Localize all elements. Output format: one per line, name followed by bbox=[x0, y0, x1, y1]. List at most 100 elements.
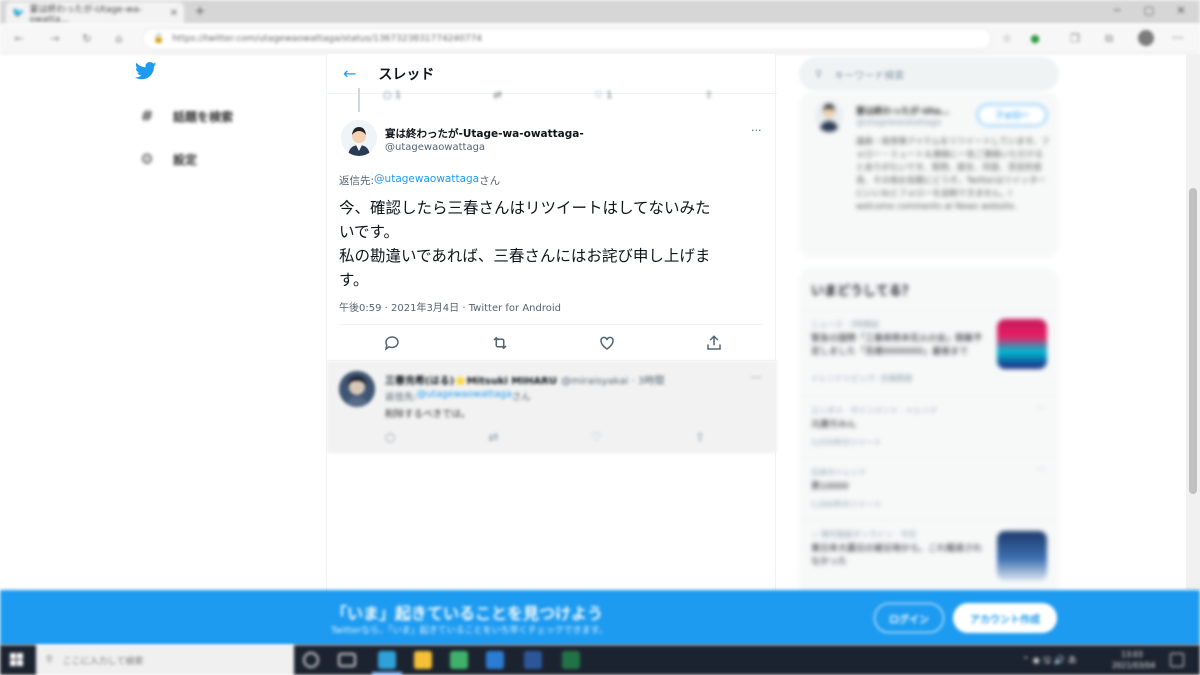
more-options-icon[interactable]: ··· bbox=[751, 124, 762, 137]
forward-arrow-icon[interactable]: → bbox=[48, 32, 62, 46]
clock-time: 13:03 bbox=[1121, 650, 1143, 659]
page-title: スレッド bbox=[378, 66, 435, 83]
trend-title: 男10000 bbox=[811, 482, 849, 492]
back-arrow-icon[interactable]: ← bbox=[12, 32, 26, 46]
favorites-icon[interactable]: ☆ bbox=[1000, 32, 1014, 46]
store-icon[interactable] bbox=[486, 651, 504, 669]
minimize-icon[interactable]: ─ bbox=[1110, 4, 1124, 18]
trend-item[interactable]: ☆ 現代国語オンライン · 今日 東日本大震災の被災地から。これ報道されなかった bbox=[799, 520, 1059, 598]
like-icon[interactable]: ♡ bbox=[591, 430, 602, 444]
trends-title: いまどうしてる？ bbox=[811, 284, 915, 299]
signup-button[interactable]: アカウント作成 bbox=[953, 603, 1057, 633]
reload-icon[interactable]: ↻ bbox=[80, 32, 94, 46]
system-tray[interactable]: ⌃ ◉ 🖫 🔊 あ bbox=[1022, 653, 1077, 669]
task-view-icon[interactable] bbox=[338, 653, 356, 667]
profile-handle[interactable]: @utagewaowattaga bbox=[856, 118, 941, 128]
trend-item[interactable]: ニュース · 3時間前 緊急の国際「三重県熊本花火の会」開幕予定しました「百歳0… bbox=[799, 310, 1059, 396]
new-tab-button[interactable]: + bbox=[192, 4, 208, 20]
twitter-logo-icon[interactable] bbox=[134, 62, 159, 82]
reply-tweet[interactable]: 三春充希(はる)⭐Mitsuki MIHARU @miraisyakai · 3… bbox=[327, 361, 777, 453]
nav-settings[interactable]: ⚙ 設定 bbox=[137, 149, 197, 169]
url-text: https://twitter.com/utagewaowattaga/stat… bbox=[172, 34, 483, 44]
trend-item[interactable]: 日本のトレンド ··· 男10000 1,000件のツイート bbox=[799, 458, 1059, 520]
close-tab-icon[interactable]: ✕ bbox=[170, 8, 178, 19]
windows-start-icon[interactable] bbox=[10, 653, 24, 667]
like-action[interactable]: ♡ 1 bbox=[594, 90, 613, 104]
share-icon[interactable] bbox=[705, 334, 723, 354]
retweet-icon[interactable]: ⇄ bbox=[488, 430, 498, 444]
scrollbar-thumb[interactable] bbox=[1189, 188, 1197, 494]
profile-name[interactable]: 宴は終わったが-Uta… bbox=[856, 104, 949, 117]
tweet-author-handle[interactable]: @utagewaowattaga bbox=[385, 142, 485, 153]
share-icon[interactable]: ⇧ bbox=[705, 90, 713, 104]
more-options-icon[interactable]: ··· bbox=[1037, 403, 1046, 413]
reply-to-prefix: 返信先: bbox=[385, 392, 417, 403]
more-options-icon[interactable]: ··· bbox=[751, 371, 762, 384]
retweet-icon[interactable] bbox=[490, 334, 510, 354]
excel-icon[interactable] bbox=[562, 651, 580, 669]
tab-title: 宴は終わったが-Utage-wa-owatta… bbox=[29, 4, 142, 25]
login-button[interactable]: ログイン bbox=[874, 603, 944, 633]
retweet-icon[interactable]: ⇄ bbox=[493, 90, 501, 104]
notification-icon[interactable] bbox=[1170, 653, 1184, 667]
trend-count: 3,035件のツイート bbox=[811, 438, 882, 447]
search-placeholder: キーワード検索 bbox=[834, 70, 905, 82]
trends-panel: いまどうしてる？ ニュース · 3時間前 緊急の国際「三重県熊本花火の会」開幕予… bbox=[799, 268, 1059, 598]
maximize-icon[interactable]: ▢ bbox=[1142, 4, 1156, 18]
reply-action[interactable]: ○ 1 bbox=[383, 90, 401, 104]
thread-connector-line bbox=[358, 88, 360, 112]
like-icon[interactable] bbox=[598, 334, 616, 354]
trend-item[interactable]: エンタメ · ザインメント · トレンド ··· 元康方みん 3,035件のツイ… bbox=[799, 396, 1059, 458]
extension-icon[interactable]: ● bbox=[1028, 32, 1042, 46]
reply-icon[interactable]: ○ bbox=[385, 430, 395, 444]
reply-author-name[interactable]: 三春充希(はる)⭐Mitsuki MIHARU bbox=[385, 372, 557, 387]
trend-count: 1,000件のツイート bbox=[811, 500, 882, 509]
tweet-timestamp[interactable]: 午後0:59 · 2021年3月4日 · Twitter for Android bbox=[339, 299, 561, 314]
reply-to-link[interactable]: @utagewaowattaga bbox=[417, 389, 512, 403]
tweet-author-name[interactable]: 宴は終わったが-Utage-wa-owattaga- bbox=[385, 126, 584, 141]
trend-meta: エンタメ · ザインメント · トレンド bbox=[811, 406, 938, 415]
clock[interactable]: 13:03 2021/03/04 bbox=[1112, 649, 1155, 671]
tweet-text: 今、確認したら三春さんはリツイートはしてないみた いです。 私の勘違いであれば、… bbox=[339, 196, 759, 292]
avatar[interactable] bbox=[815, 100, 843, 132]
tweet-text-line: す。 bbox=[339, 271, 369, 289]
banner-subtitle: Twitterなら、「いま」起きていることをいち早くチェックできます。 bbox=[331, 626, 608, 636]
collections-icon[interactable]: ❐ bbox=[1068, 32, 1082, 46]
close-window-icon[interactable]: ✕ bbox=[1174, 4, 1188, 18]
avatar[interactable] bbox=[339, 371, 375, 407]
reply-icon[interactable] bbox=[383, 334, 401, 354]
nav-explore[interactable]: # 話題を検索 bbox=[137, 106, 233, 126]
taskbar-search-placeholder: ここに入力して検索 bbox=[62, 656, 144, 667]
browser-tab[interactable]: 🐦 宴は終わったが-Utage-wa-owatta… ✕ bbox=[6, 2, 184, 25]
trend-count: トレンドトピック: 吉報関連 bbox=[811, 374, 913, 383]
search-icon: ⚲ bbox=[815, 68, 823, 80]
search-input[interactable]: ⚲ キーワード検索 bbox=[799, 57, 1059, 91]
taskbar-search-input[interactable]: ⚲ ここに入力して検索 bbox=[36, 645, 294, 675]
banner-title: 「いま」起きていることを見つけよう bbox=[331, 604, 604, 623]
profile-avatar-icon[interactable] bbox=[1138, 30, 1154, 46]
share-icon[interactable]: ⇧ bbox=[695, 430, 705, 444]
hashtag-icon: # bbox=[140, 107, 154, 125]
more-options-icon[interactable]: ··· bbox=[1037, 465, 1046, 475]
cortana-icon[interactable] bbox=[303, 652, 319, 668]
file-explorer-icon[interactable] bbox=[414, 651, 432, 669]
home-icon[interactable]: ⌂ bbox=[112, 32, 126, 46]
address-bar[interactable]: 🔒 https://twitter.com/utagewaowattaga/st… bbox=[142, 28, 992, 50]
reply-author-handle[interactable]: @miraisyakai · 3時間 bbox=[561, 372, 664, 387]
chrome-icon[interactable] bbox=[450, 651, 468, 669]
browser-tab-bar: 🐦 宴は終わったが-Utage-wa-owatta… ✕ + ─ ▢ ✕ bbox=[0, 0, 1200, 25]
scrollbar[interactable] bbox=[1186, 54, 1200, 590]
browser-menu-icon[interactable]: ··· bbox=[1172, 31, 1183, 45]
edge-browser-icon[interactable] bbox=[378, 651, 396, 669]
word-icon[interactable] bbox=[524, 651, 542, 669]
back-arrow-icon[interactable]: ← bbox=[343, 64, 356, 83]
follow-button[interactable]: フォロー bbox=[977, 104, 1047, 126]
reply-to-suffix: さん bbox=[511, 392, 531, 403]
thread-header: ← スレッド bbox=[327, 54, 777, 94]
tweet-text-line: 今、確認したら三春さんはリツイートはしてないみた bbox=[339, 199, 711, 217]
avatar[interactable] bbox=[341, 120, 377, 156]
trend-title: 元康方みん bbox=[811, 420, 857, 430]
reply-to-link[interactable]: @utagewaowattaga bbox=[374, 173, 479, 188]
prev-like-count: 1 bbox=[606, 90, 613, 101]
share-icon[interactable]: ⧉ bbox=[1102, 32, 1116, 46]
